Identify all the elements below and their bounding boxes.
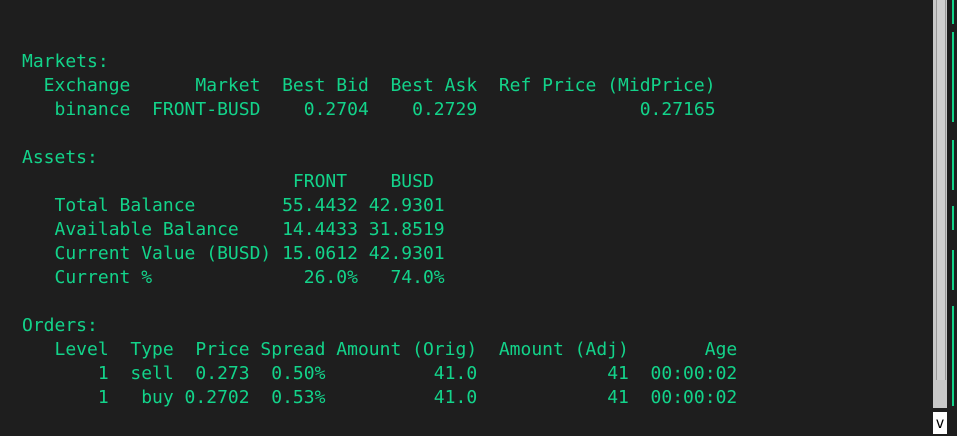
pane-border-mark <box>952 140 954 190</box>
assets-row-current-value: Current Value (BUSD) 15.0612 42.9301 <box>22 243 445 264</box>
assets-row-current-percent: Current % 26.0% 74.0% <box>22 267 445 288</box>
pane-border-mark <box>952 306 954 406</box>
markets-row: binance FRONT-BUSD 0.2704 0.2729 0.27165 <box>22 99 716 120</box>
scroll-down-indicator[interactable]: v <box>933 412 947 434</box>
pane-border-mark <box>952 250 954 290</box>
assets-row-total-balance: Total Balance 55.4432 42.9301 <box>22 195 445 216</box>
terminal-output: Markets: Exchange Market Best Bid Best A… <box>0 0 933 436</box>
scrollbar-thumb[interactable] <box>936 0 946 380</box>
assets-header: Assets: <box>22 147 98 168</box>
orders-column-headers: Level Type Price Spread Amount (Orig) Am… <box>22 339 738 360</box>
orders-header: Orders: <box>22 315 98 336</box>
assets-row-available-balance: Available Balance 14.4433 31.8519 <box>22 219 445 240</box>
markets-column-headers: Exchange Market Best Bid Best Ask Ref Pr… <box>22 75 716 96</box>
assets-column-headers: FRONT BUSD <box>22 171 434 192</box>
pane-border-mark <box>952 206 954 230</box>
orders-row-buy: 1 buy 0.2702 0.53% 41.0 41 00:00:02 <box>22 387 738 408</box>
markets-header: Markets: <box>22 51 109 72</box>
pane-border-mark <box>952 32 954 122</box>
pane-border-mark <box>952 0 954 24</box>
orders-row-sell: 1 sell 0.273 0.50% 41.0 41 00:00:02 <box>22 363 738 384</box>
